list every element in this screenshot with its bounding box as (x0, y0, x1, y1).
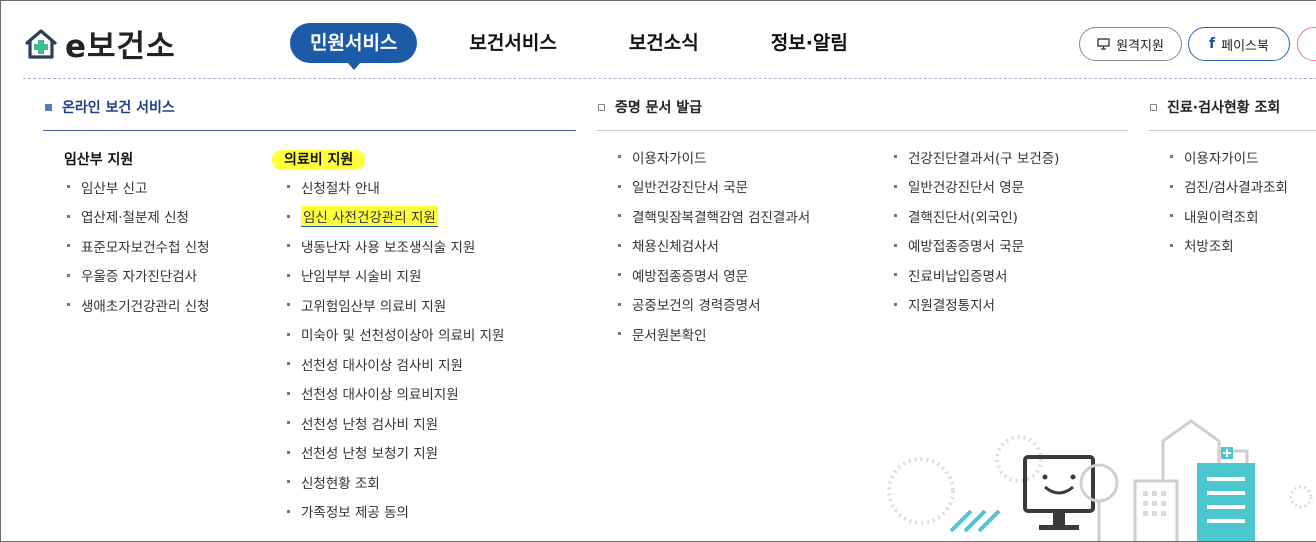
list-item[interactable]: 지원결정통지서 (894, 290, 1059, 320)
medical-heading: 의료비 지원 (272, 149, 366, 170)
list-item[interactable]: 선천성 대사이상 의료비지원 (287, 379, 504, 409)
section-exam-underline (1148, 130, 1316, 131)
site-logo[interactable]: e보건소 (23, 21, 176, 66)
list-item[interactable]: 처방조회 (1170, 231, 1288, 261)
section-online-underline (43, 130, 576, 131)
page-frame: e보건소 민원서비스 보건서비스 보건소식 정보·알림 원격지원 f 페이스북 … (0, 0, 1316, 542)
certificate-list-1: 이용자가이드 일반건강진단서 국문 결핵및잠복결핵감염 검진결과서 채용신체검사… (618, 142, 810, 349)
list-item[interactable]: 문서원본확인 (618, 319, 810, 349)
list-item[interactable]: 임산부 신고 (67, 172, 210, 202)
list-item[interactable]: 일반건강진단서 영문 (894, 172, 1059, 202)
facebook-label: 페이스북 (1221, 38, 1269, 54)
exam-list: 이용자가이드 검진/검사결과조회 내원이력조회 처방조회 (1170, 142, 1288, 260)
header-divider (23, 78, 1316, 79)
certificate-list-2: 건강진단결과서(구 보건증) 일반건강진단서 영문 결핵진단서(외국인) 예방접… (894, 142, 1059, 319)
section-exam-title[interactable]: 진료·검사현황 조회 (1150, 97, 1280, 117)
list-item[interactable]: 미숙아 및 선천성이상아 의료비 지원 (287, 320, 504, 350)
square-bullet-icon (45, 103, 52, 111)
list-item[interactable]: 채용신체검사서 (618, 231, 810, 261)
list-item[interactable]: 선천성 난청 검사비 지원 (287, 408, 504, 438)
list-item-highlighted[interactable]: 임신 사전건강관리 지원 (287, 202, 504, 232)
list-item[interactable]: 이용자가이드 (618, 142, 810, 172)
nav-health-service[interactable]: 보건서비스 (469, 23, 556, 63)
section-exam-label: 진료·검사현황 조회 (1167, 100, 1281, 116)
list-item[interactable]: 검진/검사결과조회 (1170, 172, 1288, 202)
list-item[interactable]: 표준모자보건수첩 신청 (67, 231, 210, 261)
section-online-label: 온라인 보건 서비스 (62, 100, 175, 116)
nav-civil-service[interactable]: 민원서비스 (290, 23, 418, 70)
list-item[interactable]: 생애초기건강관리 신청 (67, 290, 210, 320)
logo-text: e보건소 (65, 29, 176, 65)
list-item[interactable]: 고위험임산부 의료비 지원 (287, 290, 504, 320)
medical-list: 신청절차 안내 임신 사전건강관리 지원 냉동난자 사용 보조생식술 지원 난임… (287, 172, 504, 526)
list-item[interactable]: 우울증 자가진단검사 (67, 261, 210, 291)
pregnancy-list: 임산부 신고 엽산제·철분제 신청 표준모자보건수첩 신청 우울증 자가진단검사… (67, 172, 210, 320)
extra-sns-button[interactable] (1297, 27, 1316, 61)
section-certificate-label: 증명 문서 발급 (615, 100, 703, 116)
list-item[interactable]: 선천성 난청 보청기 지원 (287, 438, 504, 468)
list-item[interactable]: 내원이력조회 (1170, 201, 1288, 231)
list-item[interactable]: 이용자가이드 (1170, 142, 1288, 172)
list-item[interactable]: 결핵및잠복결핵감염 검진결과서 (618, 201, 810, 231)
main-nav: 민원서비스 보건서비스 보건소식 정보·알림 (290, 23, 848, 70)
list-item[interactable]: 난임부부 시술비 지원 (287, 261, 504, 291)
list-item[interactable]: 예방접종증명서 영문 (618, 260, 810, 290)
list-item[interactable]: 선천성 대사이상 검사비 지원 (287, 349, 504, 379)
monitor-icon (1097, 38, 1110, 50)
list-item[interactable]: 진료비납입증명서 (894, 260, 1059, 290)
facebook-icon: f (1209, 36, 1216, 52)
facebook-button[interactable]: f 페이스북 (1188, 27, 1290, 61)
list-item[interactable]: 엽산제·철분제 신청 (67, 202, 210, 232)
house-plus-icon (25, 28, 57, 59)
hospital-illustration (887, 419, 1313, 541)
list-item[interactable]: 건강진단결과서(구 보건증) (894, 142, 1059, 172)
section-online-title[interactable]: 온라인 보건 서비스 (45, 97, 175, 117)
nav-health-news[interactable]: 보건소식 (629, 23, 699, 63)
remote-support-label: 원격지원 (1116, 38, 1164, 54)
nav-info-notice[interactable]: 정보·알림 (771, 23, 848, 63)
square-bullet-icon (1150, 103, 1157, 111)
list-item[interactable]: 냉동난자 사용 보조생식술 지원 (287, 231, 504, 261)
list-item[interactable]: 공중보건의 경력증명서 (618, 290, 810, 320)
pregnancy-heading: 임산부 지원 (64, 152, 134, 168)
medical-heading-label: 의료비 지원 (272, 150, 366, 170)
square-bullet-icon (598, 103, 605, 111)
list-item[interactable]: 결핵진단서(외국인) (894, 201, 1059, 231)
section-certificate-underline (596, 130, 1128, 131)
list-item[interactable]: 가족정보 제공 동의 (287, 497, 504, 527)
list-item[interactable]: 신청절차 안내 (287, 172, 504, 202)
section-certificate-title[interactable]: 증명 문서 발급 (598, 97, 702, 117)
list-item[interactable]: 신청현황 조회 (287, 467, 504, 497)
remote-support-button[interactable]: 원격지원 (1079, 27, 1182, 61)
list-item[interactable]: 일반건강진단서 국문 (618, 172, 810, 202)
list-item[interactable]: 예방접종증명서 국문 (894, 231, 1059, 261)
